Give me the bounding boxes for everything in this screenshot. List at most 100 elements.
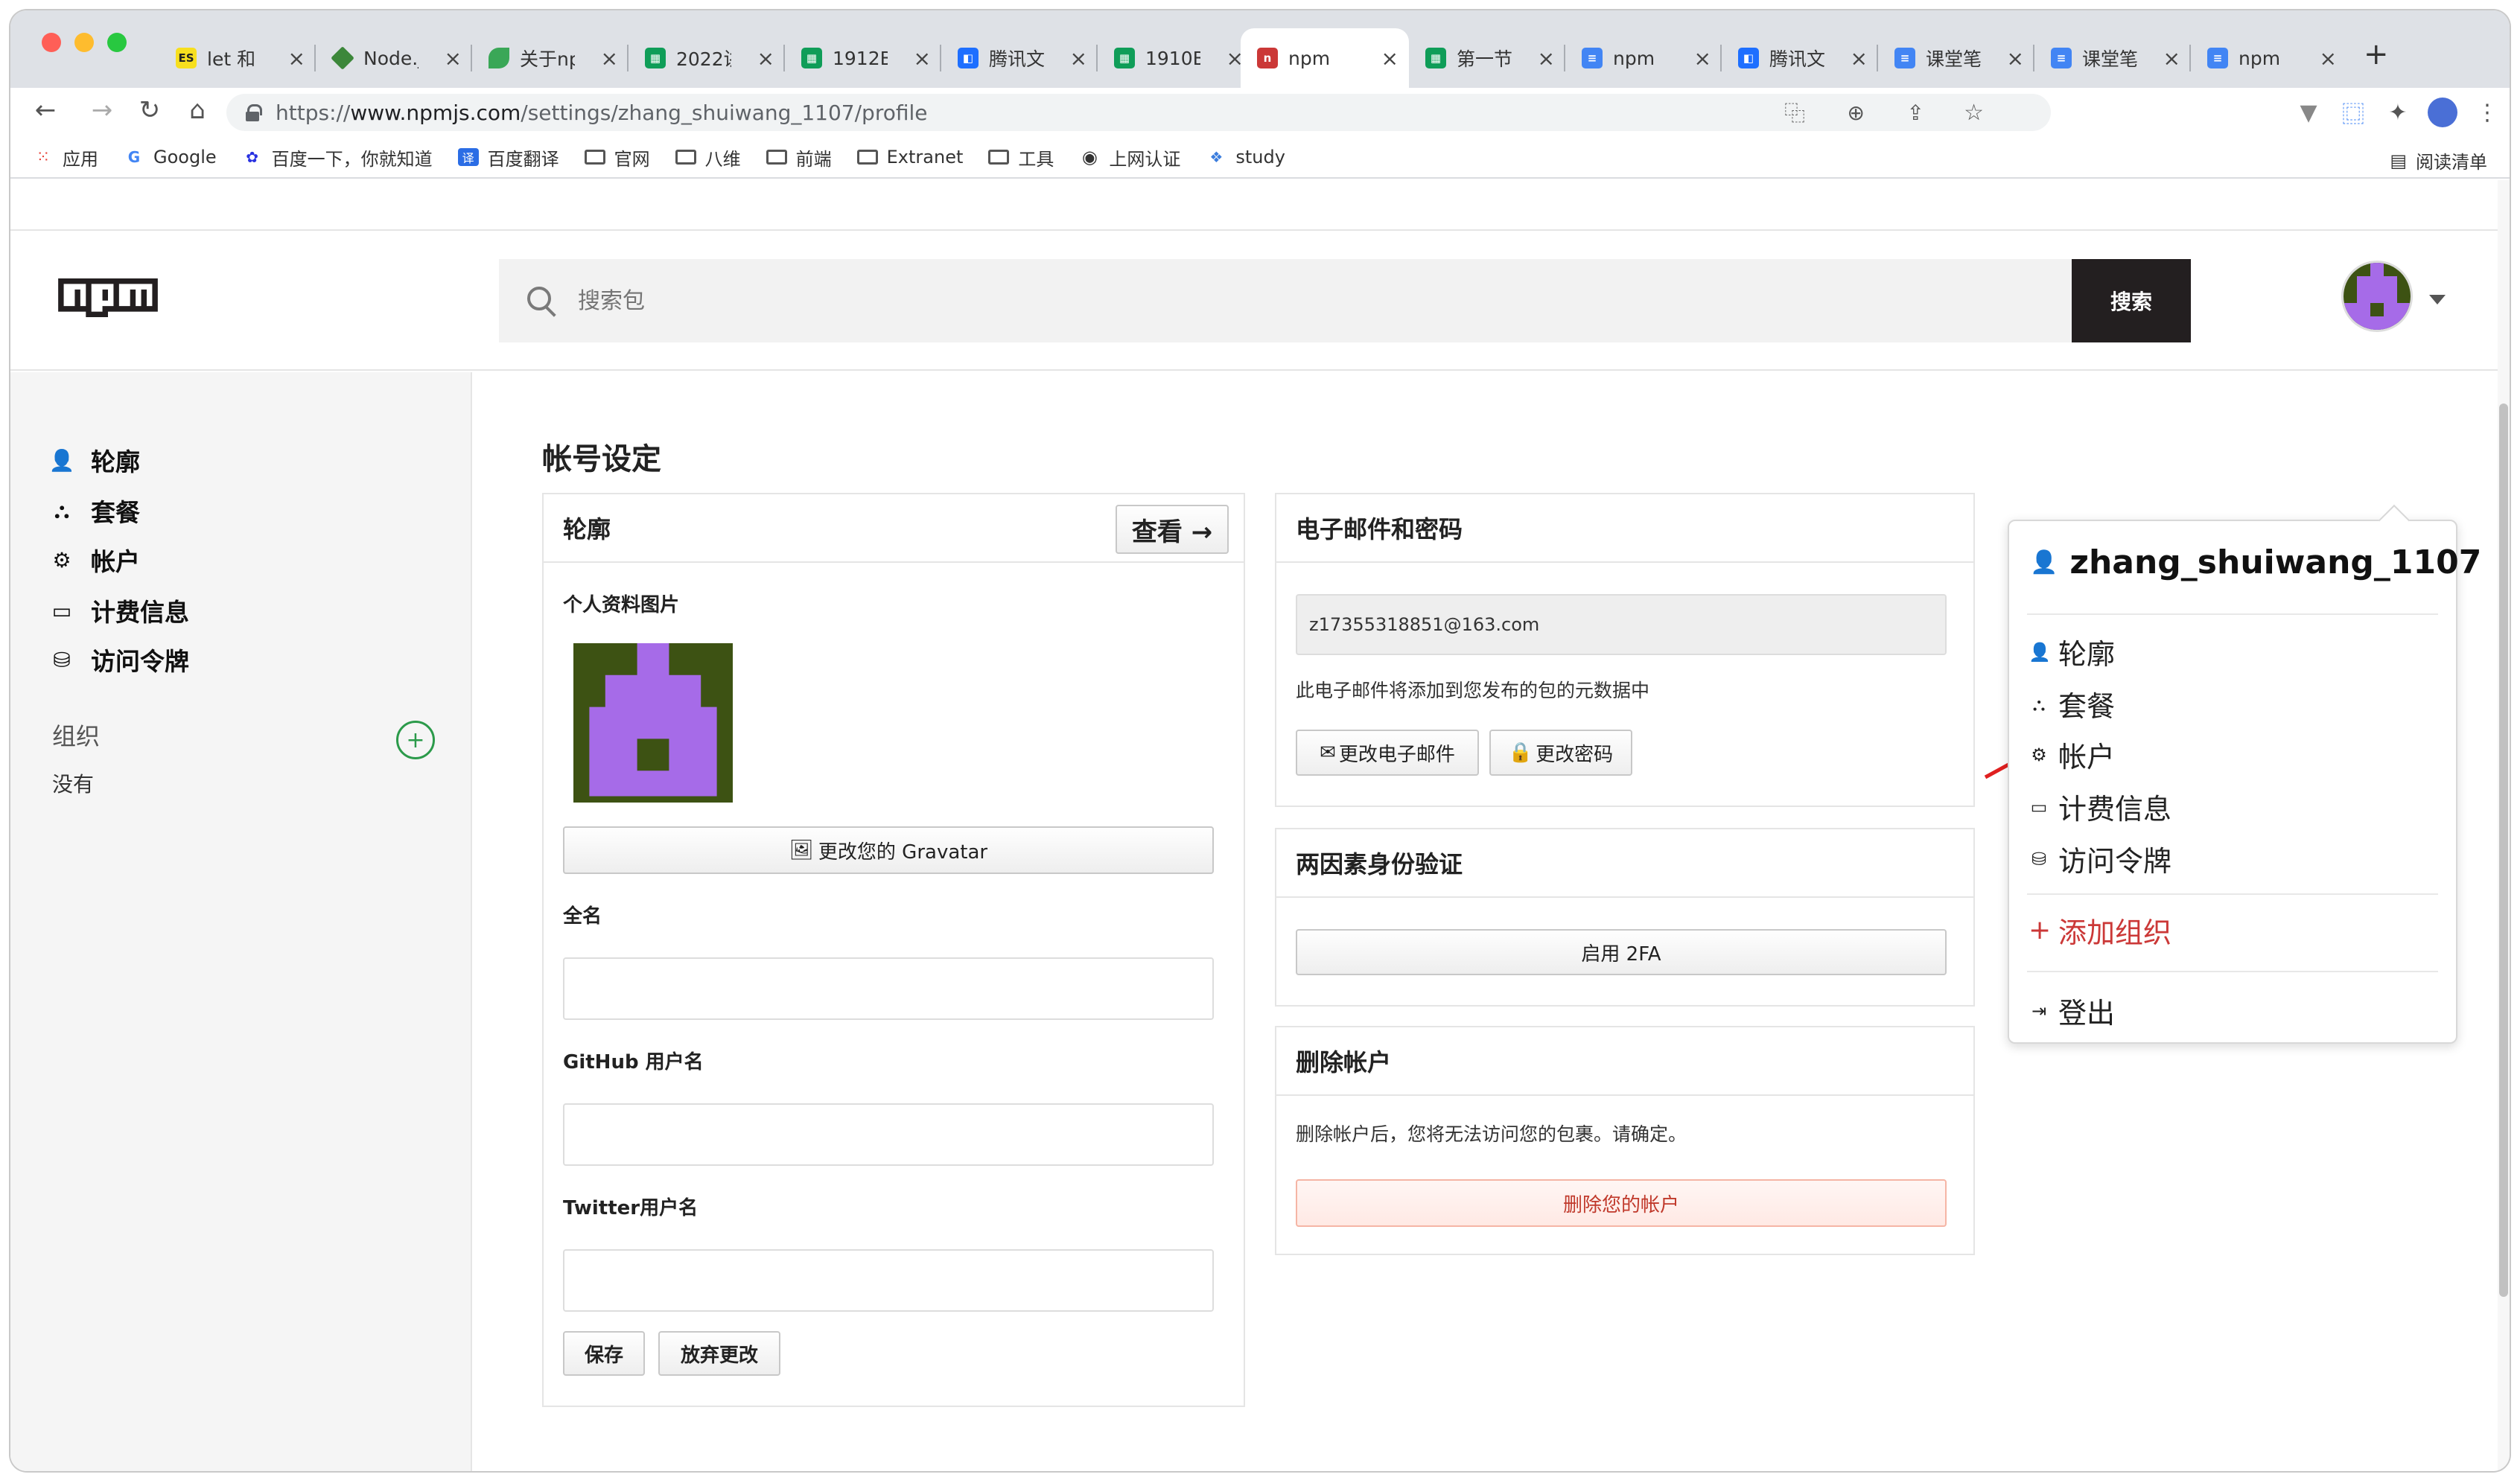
close-tab-icon[interactable]: × (914, 46, 931, 71)
new-tab-plus-icon[interactable]: + (2364, 37, 2389, 71)
minimize-window-button[interactable] (74, 33, 94, 52)
folder-icon (584, 148, 605, 166)
enable-2fa-button[interactable]: 启用 2FA (1296, 929, 1947, 975)
close-tab-icon[interactable]: × (2163, 46, 2180, 71)
browser-tab[interactable]: ≡ 课堂笔记 × (2034, 28, 2191, 88)
discard-changes-button[interactable]: 放弃更改 (658, 1331, 780, 1376)
email-field[interactable]: z17355318851@163.com (1296, 594, 1947, 655)
dropdown-item-billing[interactable]: ▭ 计费信息 (2029, 786, 2171, 827)
bookmark-folder[interactable]: 工具 (988, 144, 1054, 170)
dropdown-item-profile[interactable]: 👤 轮廓 (2029, 631, 2115, 672)
add-organization-plus-icon[interactable]: + (396, 721, 435, 759)
translate-page-icon[interactable]: ⿻ (1784, 98, 1805, 127)
dropdown-item-account[interactable]: ⚙ 帐户 (2029, 734, 2115, 775)
google-translate-icon[interactable]: ⿴ (2331, 96, 2376, 129)
user-menu-button[interactable] (2341, 261, 2446, 339)
browser-tab[interactable]: ◧ 腾讯文档 × (1722, 28, 1878, 88)
home-icon[interactable]: ⌂ (180, 95, 214, 125)
maximize-window-button[interactable] (107, 33, 127, 52)
close-tab-icon[interactable]: × (2320, 46, 2337, 71)
delete-account-button[interactable]: 删除您的帐户 (1296, 1179, 1947, 1227)
browser-tab[interactable]: ≡ npm × (1565, 28, 1722, 88)
image-icon: 🖼 (789, 839, 814, 861)
reading-list[interactable]: ▤ 阅读清单 (2390, 147, 2487, 173)
share-icon[interactable]: ⇪ (1907, 101, 1924, 125)
github-username-label: GitHub 用户名 (563, 1051, 704, 1074)
search-button[interactable]: 搜索 (2072, 259, 2191, 342)
close-tab-icon[interactable]: × (1381, 46, 1399, 71)
npm-logo[interactable] (49, 278, 167, 320)
browser-tab[interactable]: Node.js × (316, 28, 472, 88)
address-bar[interactable]: https://www.npmjs.com/settings/zhang_shu… (226, 94, 2051, 131)
bookmark-folder[interactable]: 八维 (675, 144, 741, 170)
close-tab-icon[interactable]: × (2007, 46, 2024, 71)
bookmark-baidu[interactable]: ✿ 百度一下，你就知道 (242, 144, 432, 170)
zoom-icon[interactable]: ⊕ (1848, 101, 1865, 125)
change-gravatar-button[interactable]: 🖼 更改您的 Gravatar (563, 826, 1214, 874)
profile-icon[interactable] (2420, 98, 2465, 127)
browser-tab[interactable]: 关于npm × (472, 28, 629, 88)
browser-tab-active[interactable]: n npm × (1241, 28, 1409, 88)
bookmark-folder[interactable]: 前端 (766, 144, 832, 170)
close-window-button[interactable] (42, 33, 61, 52)
bookmark-study[interactable]: ❖ study (1206, 147, 1285, 168)
bookmark-label: 前端 (795, 148, 832, 170)
dropdown-logout[interactable]: ⇥ 登出 (2029, 990, 2115, 1031)
browser-tab[interactable]: ES let 和 c × (159, 28, 316, 88)
dropdown-item-tokens[interactable]: ⛁ 访问令牌 (2029, 838, 2171, 879)
save-button[interactable]: 保存 (563, 1331, 645, 1376)
forward-arrow-icon[interactable]: → (85, 95, 119, 125)
sidebar-item-profile[interactable]: 👤 轮廓 (48, 442, 140, 478)
browser-tab[interactable]: ▦ 第一节 × (1409, 28, 1565, 88)
search-input[interactable] (578, 287, 1918, 314)
tab-title: npm (1288, 47, 1331, 69)
bookmark-baidu-translate[interactable]: 译百度翻译 (457, 144, 559, 170)
github-username-input[interactable] (563, 1103, 1214, 1166)
browser-tab[interactable]: ▦ 1912B × (785, 28, 941, 88)
credit-card-icon: ▭ (2030, 796, 2048, 817)
bookmark-net-auth[interactable]: ◉ 上网认证 (1079, 144, 1180, 170)
dropdown-item-packages[interactable]: ⛬ 套餐 (2029, 683, 2115, 724)
back-arrow-icon[interactable]: ← (28, 95, 63, 125)
close-tab-icon[interactable]: × (1694, 46, 1711, 71)
study-icon: ❖ (1209, 148, 1224, 166)
extensions-puzzle-icon[interactable]: ✦ (2376, 100, 2420, 126)
dropdown-add-organization[interactable]: + 添加组织 (2029, 910, 2171, 951)
browser-tab[interactable]: ≡ npm × (2191, 28, 2347, 88)
bookmark-folder[interactable]: Extranet (856, 147, 963, 168)
close-tab-icon[interactable]: × (757, 46, 774, 71)
bookmark-star-icon[interactable]: ☆ (1964, 100, 1984, 126)
leaf-favicon-icon (489, 48, 509, 68)
close-tab-icon[interactable]: × (601, 46, 618, 71)
change-password-button[interactable]: 🔒 更改密码 (1489, 730, 1632, 776)
browser-tab[interactable]: ◧ 腾讯文档 × (941, 28, 1098, 88)
page-scrollbar[interactable] (2498, 180, 2510, 1471)
browser-tab[interactable]: ▦ 1910B/ × (1098, 28, 1254, 88)
tokens-icon: ⛁ (53, 647, 71, 672)
twitter-username-input[interactable] (563, 1249, 1214, 1312)
bookmark-google[interactable]: G Google (124, 147, 217, 168)
browser-tab[interactable]: ▦ 2022讲 × (629, 28, 785, 88)
change-email-button[interactable]: ✉ 更改电子邮件 (1296, 730, 1479, 776)
close-tab-icon[interactable]: × (1538, 46, 1555, 71)
close-tab-icon[interactable]: × (1070, 46, 1087, 71)
reload-icon[interactable]: ↻ (133, 95, 167, 125)
bookmark-folder[interactable]: 官网 (584, 144, 650, 170)
vue-devtools-icon[interactable]: ▼ (2286, 100, 2331, 126)
scrollbar-thumb[interactable] (2499, 404, 2508, 1297)
sidebar-item-account[interactable]: ⚙ 帐户 (48, 542, 140, 578)
close-tab-icon[interactable]: × (445, 46, 462, 71)
url-prefix: https:// (276, 100, 351, 125)
more-menu-icon[interactable]: ⋮ (2465, 100, 2510, 126)
sidebar-item-packages[interactable]: ⛬ 套餐 (48, 493, 140, 529)
bookmark-label: 官网 (614, 148, 650, 170)
close-tab-icon[interactable]: × (1851, 46, 1868, 71)
sidebar-item-billing[interactable]: ▭ 计费信息 (48, 593, 189, 628)
close-tab-icon[interactable]: × (288, 46, 305, 71)
sidebar-item-tokens[interactable]: ⛁ 访问令牌 (48, 642, 189, 677)
browser-tab[interactable]: ≡ 课堂笔记 × (1878, 28, 2034, 88)
bookmark-apps[interactable]: ⁙ 应用 (33, 144, 98, 170)
fullname-input[interactable] (563, 957, 1214, 1020)
view-profile-button[interactable]: 查看 → (1116, 505, 1229, 554)
email-note: 此电子邮件将添加到您发布的包的元数据中 (1296, 680, 1650, 701)
